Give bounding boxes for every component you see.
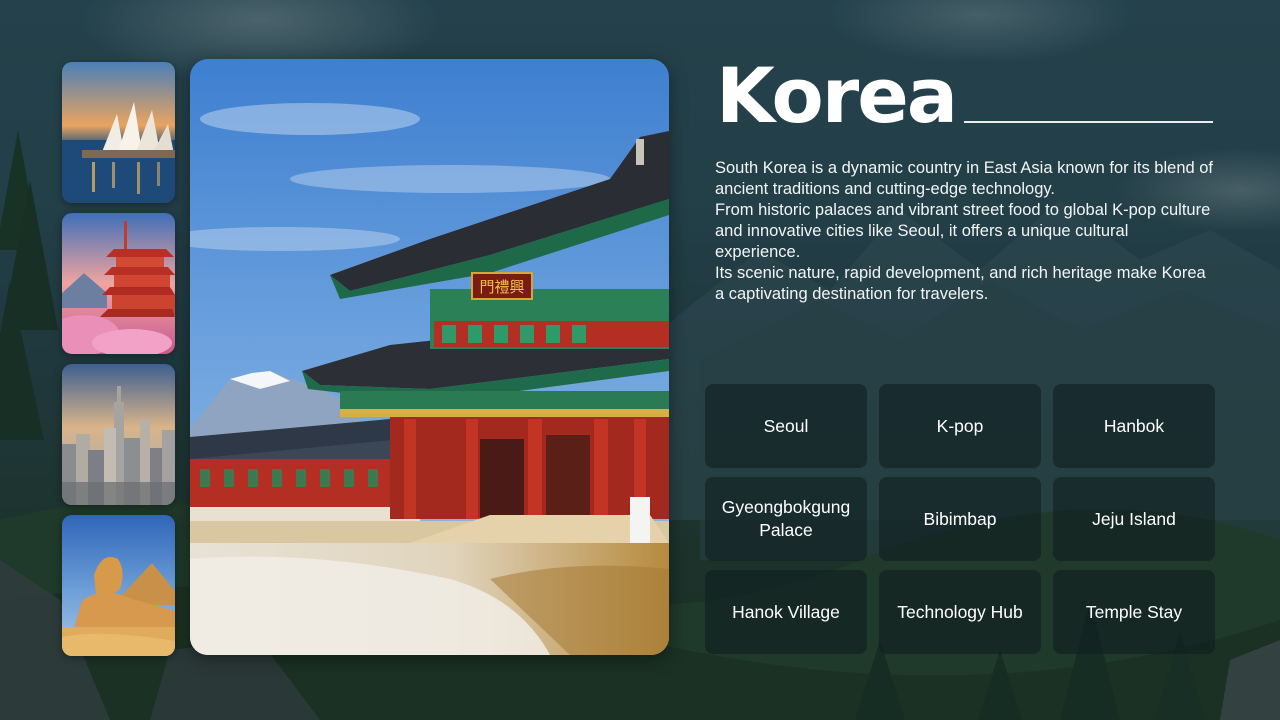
description-paragraph: South Korea is a dynamic country in East… <box>715 159 1214 198</box>
palace-sign: 門禮興 <box>479 278 524 296</box>
thumbnail-new-york-skyline[interactable] <box>62 364 175 505</box>
highlights-grid: Seoul K-pop Hanbok Gyeongbokgung Palace … <box>705 384 1215 654</box>
tile-hanbok[interactable]: Hanbok <box>1053 384 1215 468</box>
description: South Korea is a dynamic country in East… <box>715 158 1215 305</box>
page-title: Korea <box>716 51 958 140</box>
thumbnail-sydney-opera-house[interactable] <box>62 62 175 203</box>
description-paragraph: Its scenic nature, rapid development, an… <box>715 264 1206 303</box>
title-divider <box>964 121 1213 123</box>
tile-hanok-village[interactable]: Hanok Village <box>705 570 867 654</box>
description-paragraph: From historic palaces and vibrant street… <box>715 201 1211 261</box>
hero-image-gyeongbokgung-palace: 門禮興 <box>190 59 669 655</box>
tile-technology-hub[interactable]: Technology Hub <box>879 570 1041 654</box>
tile-gyeongbokgung-palace[interactable]: Gyeongbokgung Palace <box>705 477 867 561</box>
thumbnail-japan-pagoda[interactable] <box>62 213 175 354</box>
tile-seoul[interactable]: Seoul <box>705 384 867 468</box>
tile-temple-stay[interactable]: Temple Stay <box>1053 570 1215 654</box>
tile-bibimbap[interactable]: Bibimbap <box>879 477 1041 561</box>
tile-jeju-island[interactable]: Jeju Island <box>1053 477 1215 561</box>
thumbnail-egypt-sphinx[interactable] <box>62 515 175 656</box>
tile-kpop[interactable]: K-pop <box>879 384 1041 468</box>
